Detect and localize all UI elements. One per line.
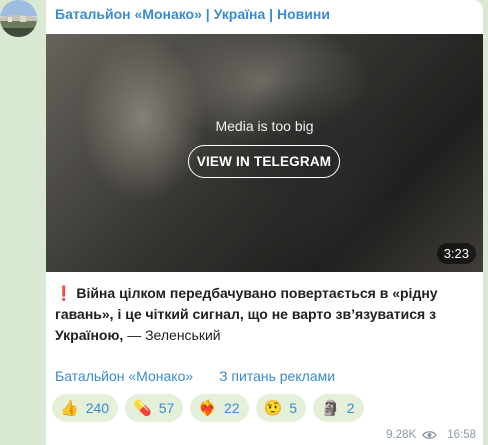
- message-links: Батальйон «Монако» З питань реклами: [55, 368, 335, 384]
- message-meta: 9.28K 16:58: [386, 429, 476, 441]
- reaction-thumbs-up[interactable]: 👍 240: [52, 394, 119, 422]
- ads-link[interactable]: З питань реклами: [219, 368, 335, 384]
- channel-link[interactable]: Батальйон «Монако»: [55, 368, 193, 384]
- reaction-raised-eyebrow[interactable]: 🤨 5: [255, 394, 307, 422]
- eye-icon: [422, 431, 438, 439]
- reaction-count: 2: [346, 400, 355, 416]
- message-plain-text: — Зеленський: [123, 327, 221, 343]
- message-text: ❗ Війна цілком передбачувано повертаєтьс…: [55, 283, 475, 346]
- reaction-count: 22: [224, 400, 240, 416]
- exclamation-icon: ❗: [55, 285, 73, 301]
- message-bold-text: Війна цілком передбачувано повертається …: [55, 285, 438, 343]
- pill-icon: 💊: [133, 398, 152, 417]
- post-time: 16:58: [447, 429, 476, 441]
- thumbs-up-icon: 👍: [60, 398, 79, 417]
- channel-name[interactable]: Батальйон «Монако» | Україна | Новини: [55, 6, 330, 24]
- reaction-count: 57: [158, 400, 175, 416]
- reactions-bar: 👍 240 💊 57 ❤‍🔥 22 🤨 5 🗿 2: [52, 394, 364, 422]
- video-preview[interactable]: Media is too big VIEW IN TELEGRAM 3:23: [46, 34, 483, 272]
- media-too-big-label: Media is too big: [215, 118, 314, 134]
- view-in-telegram-button[interactable]: VIEW IN TELEGRAM: [188, 145, 340, 178]
- channel-avatar[interactable]: [0, 0, 37, 37]
- reaction-moai[interactable]: 🗿 2: [313, 394, 364, 422]
- channel-avatar-image: [0, 0, 37, 37]
- video-duration-badge: 3:23: [436, 243, 476, 264]
- reaction-heart-on-fire[interactable]: ❤‍🔥 22: [190, 394, 249, 422]
- views-count: 9.28K: [386, 429, 417, 441]
- message-bubble: Батальйон «Монако» | Україна | Новини Me…: [46, 0, 483, 445]
- reaction-count: 240: [85, 400, 110, 416]
- reaction-count: 5: [289, 400, 298, 416]
- reaction-pill[interactable]: 💊 57: [125, 394, 184, 422]
- moai-icon: 🗿: [321, 398, 340, 417]
- raised-eyebrow-face-icon: 🤨: [263, 398, 283, 417]
- heart-on-fire-icon: ❤‍🔥: [198, 398, 217, 417]
- telegram-post-view: Батальйон «Монако» | Україна | Новини Me…: [0, 0, 488, 445]
